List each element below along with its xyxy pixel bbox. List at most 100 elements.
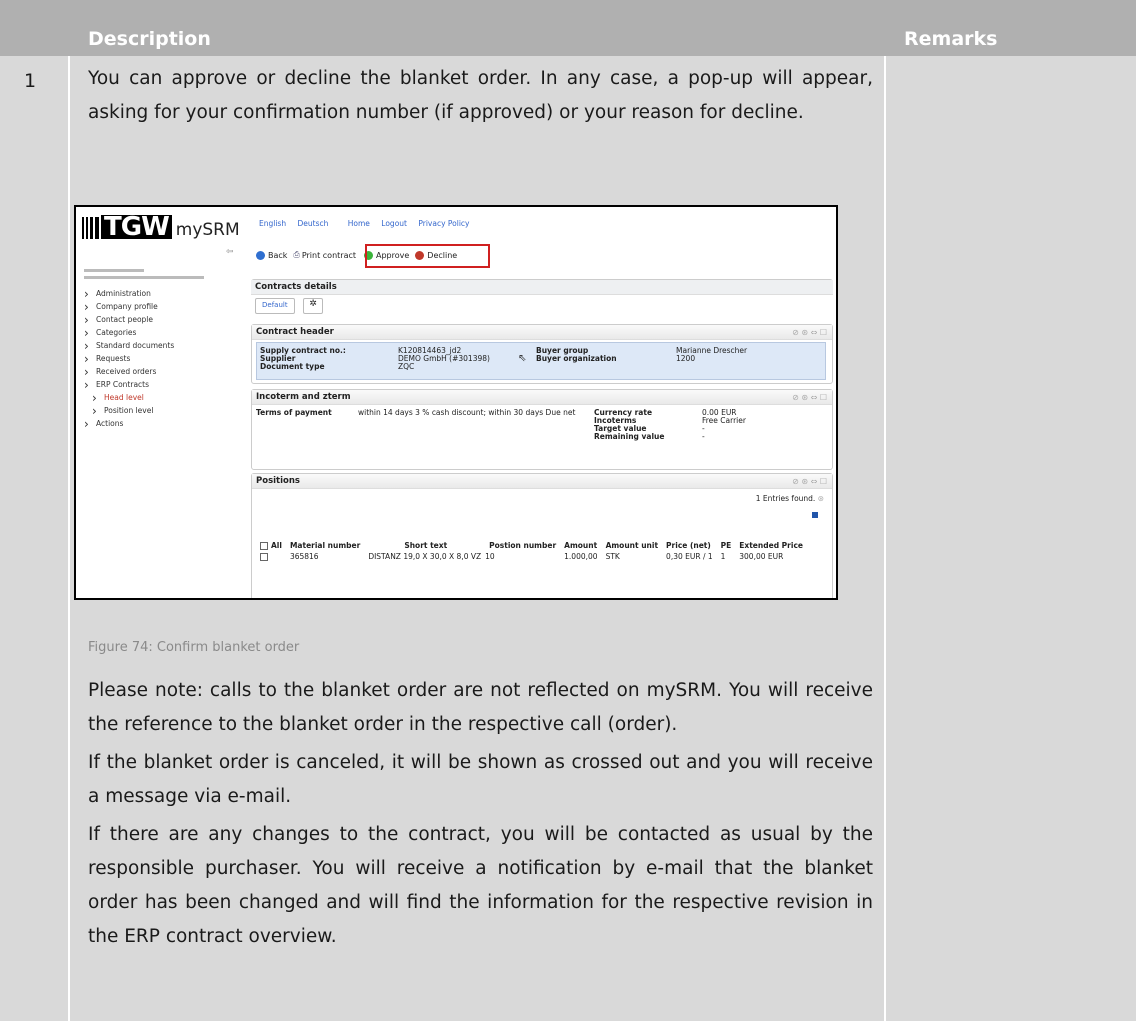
back-button[interactable]: Back bbox=[256, 250, 287, 260]
sidebar-item[interactable]: › ERP Contracts bbox=[84, 377, 244, 392]
export-icon[interactable] bbox=[812, 512, 818, 518]
link-logout[interactable]: Logout bbox=[381, 219, 407, 228]
document-page: Description Remarks 1 You can approve or… bbox=[0, 0, 1136, 1021]
sidebar-list: › Administration › Company profile › Contact … bbox=[84, 286, 244, 431]
blurred-company-line bbox=[84, 276, 204, 279]
settings-icon[interactable]: ⊛ bbox=[818, 494, 824, 503]
sidebar-item[interactable]: › Requests bbox=[84, 351, 244, 366]
paragraph-calls: Please note: calls to the blanket order … bbox=[88, 680, 873, 735]
link-privacy[interactable]: Privacy Policy bbox=[418, 219, 469, 228]
back-icon bbox=[256, 250, 265, 260]
contracts-details-panel: Contracts details Default ✲ bbox=[251, 279, 833, 321]
remaining-value-value: - bbox=[702, 432, 705, 441]
default-tab-button[interactable]: Default bbox=[255, 298, 295, 314]
row-number: 1 bbox=[24, 70, 37, 92]
link-english[interactable]: English bbox=[259, 219, 286, 228]
positions-title: Positions ⊘ ⊛ ⇔ ☐ bbox=[252, 474, 832, 489]
sidebar-item-label: Standard documents bbox=[96, 341, 175, 350]
paragraph-canceled: If the blanket order is canceled, it wil… bbox=[88, 752, 873, 807]
incoterms-value: Free Carrier bbox=[702, 416, 746, 425]
chevron-right-icon: › bbox=[84, 325, 89, 340]
chevron-right-icon: › bbox=[84, 377, 89, 392]
col-amount-unit: Amount unit bbox=[605, 541, 659, 550]
positions-panel: Positions ⊘ ⊛ ⇔ ☐ 1 Entries found. ⊛ All … bbox=[251, 473, 833, 598]
cursor-icon: ⇖ bbox=[518, 353, 527, 364]
sidebar-item-label: Received orders bbox=[96, 367, 157, 376]
sidebar-item[interactable]: › Actions bbox=[84, 416, 244, 431]
sidebar-item[interactable]: › Administration bbox=[84, 286, 244, 301]
panel-tools-icon[interactable]: ⊘ ⊛ ⇔ ☐ bbox=[792, 325, 827, 340]
chevron-right-icon: › bbox=[84, 351, 89, 366]
document-type-label: Document type bbox=[260, 362, 325, 371]
logo-product: mySRM bbox=[175, 220, 240, 240]
table-row[interactable]: 365816 DISTANZ 19,0 X 30,0 X 8,0 VZ 10 1… bbox=[256, 551, 807, 562]
chevron-right-icon: › bbox=[92, 403, 97, 418]
contract-header-title: Contract header ⊘ ⊛ ⇔ ☐ bbox=[252, 325, 832, 340]
sidebar-item[interactable]: › Categories bbox=[84, 325, 244, 340]
remarks-cell bbox=[886, 56, 1136, 1021]
col-amount: Amount bbox=[564, 541, 598, 550]
panel-tools-icon[interactable]: ⊘ ⊛ ⇔ ☐ bbox=[792, 390, 827, 405]
sidebar-item-label: ERP Contracts bbox=[96, 380, 150, 389]
panel-tools-icon[interactable]: ⊘ ⊛ ⇔ ☐ bbox=[792, 474, 827, 489]
sidebar-item[interactable]: › Position level bbox=[84, 403, 244, 418]
row-number-cell bbox=[0, 56, 68, 1021]
entries-found: 1 Entries found. ⊛ bbox=[755, 494, 824, 503]
terms-value: within 14 days 3 % cash discount; within… bbox=[358, 408, 576, 417]
print-contract-button[interactable]: ⎙ Print contract bbox=[293, 250, 356, 260]
link-home[interactable]: Home bbox=[348, 219, 370, 228]
cell-position-number: 10 bbox=[485, 552, 495, 561]
select-all-header[interactable]: All bbox=[256, 540, 286, 551]
sidebar-item-label: Head level bbox=[104, 393, 144, 402]
chevron-right-icon: › bbox=[84, 286, 89, 301]
row-checkbox[interactable] bbox=[260, 553, 268, 561]
logo-brand: TGW bbox=[101, 214, 172, 240]
cell-short-text: DISTANZ 19,0 X 30,0 X 8,0 VZ bbox=[368, 552, 482, 561]
positions-table: All Material number Short text Postion n… bbox=[256, 540, 807, 562]
table-header: Description Remarks bbox=[0, 0, 1136, 56]
col-pe: PE bbox=[720, 541, 732, 550]
contracts-details-title: Contracts details bbox=[251, 280, 833, 295]
cell-amount-unit: STK bbox=[605, 552, 620, 561]
col-price-net: Price (net) bbox=[666, 541, 711, 550]
blurred-user-line bbox=[84, 269, 144, 272]
sidebar-item[interactable]: › Contact people bbox=[84, 312, 244, 327]
cell-amount: 1.000,00 bbox=[564, 552, 598, 561]
chevron-right-icon: › bbox=[84, 338, 89, 353]
remaining-value-label: Remaining value bbox=[594, 432, 665, 441]
printer-icon: ⎙ bbox=[293, 250, 300, 259]
sidebar: › Administration › Company profile › Contact … bbox=[84, 269, 244, 431]
sidebar-item-label: Company profile bbox=[96, 302, 158, 311]
link-deutsch[interactable]: Deutsch bbox=[297, 219, 328, 228]
chevron-right-icon: › bbox=[92, 390, 97, 405]
sidebar-item-label: Actions bbox=[96, 419, 124, 428]
select-all-checkbox[interactable] bbox=[260, 542, 268, 550]
embedded-screenshot: TGW mySRM English Deutsch Home Logout Pr… bbox=[74, 205, 838, 600]
chevron-right-icon: › bbox=[84, 416, 89, 431]
positions-header-row: All Material number Short text Postion n… bbox=[256, 540, 807, 551]
chevron-right-icon: › bbox=[84, 312, 89, 327]
chevron-right-icon: › bbox=[84, 299, 89, 314]
tgw-logo: TGW mySRM bbox=[82, 213, 240, 240]
sidebar-item-label: Administration bbox=[96, 289, 151, 298]
document-type-value: ZQC bbox=[398, 362, 415, 371]
sidebar-item[interactable]: › Head level bbox=[84, 390, 244, 405]
sidebar-item-label: Categories bbox=[96, 328, 137, 337]
sidebar-item[interactable]: › Company profile bbox=[84, 299, 244, 314]
sidebar-item[interactable]: › Standard documents bbox=[84, 338, 244, 353]
remarks-header: Remarks bbox=[904, 28, 998, 50]
sidebar-item[interactable]: › Received orders bbox=[84, 364, 244, 379]
settings-star-button[interactable]: ✲ bbox=[303, 298, 323, 314]
sidebar-item-label: Requests bbox=[96, 354, 131, 363]
chevron-right-icon: › bbox=[84, 364, 89, 379]
collapse-arrow-icon[interactable]: ⇦ bbox=[226, 247, 234, 257]
figure-caption: Figure 74: Confirm blanket order bbox=[88, 640, 300, 655]
paragraph-approve-decline: You can approve or decline the blanket o… bbox=[88, 68, 873, 123]
contract-header-panel: Contract header ⊘ ⊛ ⇔ ☐ Supply contract n… bbox=[251, 324, 833, 384]
col-extended-price: Extended Price bbox=[739, 541, 803, 550]
cell-price-net: 0,30 EUR / 1 bbox=[666, 552, 713, 561]
logo-bars-icon bbox=[82, 213, 101, 239]
col-short-text: Short text bbox=[404, 541, 448, 550]
cell-extended-price: 300,00 EUR bbox=[739, 552, 784, 561]
sidebar-item-label: Contact people bbox=[96, 315, 153, 324]
